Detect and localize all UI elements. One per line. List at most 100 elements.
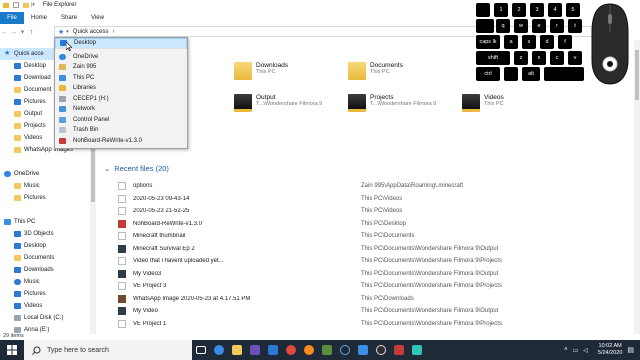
list-item[interactable]: VE Project 1 This PC\Documents\Wondershar… (118, 318, 628, 331)
menu-item-network[interactable]: Network (55, 104, 187, 115)
sidebar-item-onedrive[interactable]: OneDrive (0, 168, 98, 180)
menu-item-label: Desktop (74, 40, 97, 47)
tab-view[interactable]: View (84, 12, 111, 24)
menu-item-drive-h[interactable]: CECEP1 (H:) (55, 94, 187, 105)
recent-locations-icon[interactable]: ▾ (18, 28, 27, 36)
task-view-button[interactable] (192, 340, 210, 360)
sidebar-item-onedrive-pictures[interactable]: Pictures (0, 192, 98, 204)
taskbar-app-explorer[interactable] (228, 340, 246, 360)
file-name: 2020-05-23 21-52-25 (133, 208, 190, 215)
folder-tile-output[interactable]: Output T...\Wondershare Filmora 9 (234, 94, 322, 112)
sidebar-item-label: Documents (24, 255, 55, 261)
list-item[interactable]: NohBoard-ReWrite-v1.3.0 This PC\Desktop (118, 218, 628, 231)
menu-item-trash-bin[interactable]: Trash Bin (55, 125, 187, 136)
menu-item-label: OneDrive (73, 53, 99, 60)
forward-icon[interactable]: → (9, 29, 18, 36)
list-item[interactable]: VE Project 3 This PC\Documents\Wondershar… (118, 280, 628, 293)
menu-item-nohboard[interactable]: NohBoard-ReWrite-v1.3.0 (55, 136, 187, 147)
key-d: d (540, 35, 554, 49)
taskbar-app-firefox[interactable] (300, 340, 318, 360)
sidebar-item-pc-downloads[interactable]: Downloads (0, 264, 98, 276)
folder-tile-downloads[interactable]: Downloads This PC (234, 62, 288, 80)
sidebar-item-pc-music[interactable]: Music (0, 276, 98, 288)
filmora-icon (412, 345, 422, 355)
sidebar-item-pc-videos[interactable]: Videos (0, 300, 98, 312)
list-item[interactable]: Video that i havent uploaded yet... This … (118, 255, 628, 268)
qat-menu-icon[interactable]: |▾ (31, 2, 35, 8)
taskbar-app-nohboard[interactable] (390, 340, 408, 360)
sidebar-item-local-disk[interactable]: Local Disk (C:) (0, 312, 98, 324)
key-a: a (504, 35, 518, 49)
key-alt: alt (522, 67, 540, 81)
star-icon: ★ (4, 50, 11, 57)
menu-item-this-pc[interactable]: This PC (55, 73, 187, 84)
videos-icon (14, 303, 21, 309)
taskbar-app-browser[interactable] (210, 340, 228, 360)
tab-share[interactable]: Share (54, 12, 84, 24)
taskbar-app-mail[interactable] (264, 340, 282, 360)
store-icon (250, 345, 260, 355)
menu-item-onedrive[interactable]: OneDrive (55, 52, 187, 63)
chevron-down-icon: ⌄ (104, 164, 111, 173)
list-item[interactable]: Minecraft thumbnail This PC\Documents (118, 230, 628, 243)
list-item[interactable]: WhatsApp Image 2020-05-23 at 4.17.51 PM T… (118, 293, 628, 306)
chevron-right-icon[interactable]: › (112, 29, 114, 35)
sidebar-item-pc-pictures[interactable]: Pictures (0, 288, 98, 300)
tile-name: Output (256, 94, 276, 101)
properties-icon[interactable] (13, 2, 19, 8)
taskbar-app-minecraft[interactable] (318, 340, 336, 360)
taskbar-app-steam[interactable] (336, 340, 354, 360)
taskbar-app-filmora[interactable] (408, 340, 426, 360)
list-item[interactable]: My Video3 This PC\Documents\Wondershare F… (118, 268, 628, 281)
tab-home[interactable]: Home (24, 12, 54, 24)
content-scrollbar[interactable] (634, 40, 640, 334)
notifications-icon[interactable]: ▤ (627, 346, 634, 354)
sidebar-item-3d-objects[interactable]: 3D Objects (0, 228, 98, 240)
key-2: 2 (512, 3, 526, 17)
downloads-folder-icon (234, 62, 252, 80)
network-icon[interactable]: ▭ (573, 347, 579, 354)
taskbar-app-chrome[interactable] (282, 340, 300, 360)
back-icon[interactable]: ← (0, 29, 9, 36)
chevron-up-icon[interactable]: ˄ (564, 347, 568, 353)
sidebar-item-this-pc[interactable]: This PC (0, 216, 98, 228)
list-item[interactable]: 2020-05-23 09-43-14 This PC\Videos (118, 193, 628, 206)
taskbar-app-obs[interactable] (372, 340, 390, 360)
up-icon[interactable]: ↑ (27, 29, 36, 36)
list-item[interactable]: 2020-05-23 21-52-25 This PC\Videos (118, 205, 628, 218)
sidebar-item-pc-documents[interactable]: Documents (0, 252, 98, 264)
file-name: My Video (133, 308, 158, 315)
sidebar-item-onedrive-music[interactable]: Music (0, 180, 98, 192)
menu-item-libraries[interactable]: Libraries (55, 83, 187, 94)
menu-item-desktop[interactable]: Desktop (55, 38, 187, 49)
folder-tile-videos[interactable]: Videos This PC (462, 94, 504, 112)
folder-tile-projects[interactable]: Projects T...\Wondershare Filmora 9 (348, 94, 436, 112)
new-folder-icon[interactable] (23, 2, 29, 8)
tab-file[interactable]: File (0, 12, 24, 24)
recent-files-header[interactable]: ⌄ Recent files (20) (104, 164, 169, 173)
folder-icon (3, 3, 9, 8)
volume-icon[interactable]: ◁ (583, 347, 588, 354)
clock[interactable]: 10:02 AM 5/24/2020 (598, 343, 622, 357)
file-name: WhatsApp Image 2020-05-23 at 4.17.51 PM (133, 295, 251, 302)
start-button[interactable] (0, 340, 24, 360)
menu-item-control-panel[interactable]: Control Panel (55, 115, 187, 126)
project-file-icon (118, 319, 126, 328)
taskbar-search-box[interactable]: Type here to search (24, 340, 192, 360)
chevron-down-icon[interactable]: ▾ (66, 29, 69, 35)
list-item[interactable]: Minecraft Survival Ep 2 This PC\Documents… (118, 243, 628, 256)
project-file-icon (118, 257, 126, 266)
key-ctrl: ctrl (476, 67, 500, 81)
taskbar-app-store[interactable] (246, 340, 264, 360)
recycle-bin-icon (59, 127, 66, 134)
list-item[interactable]: My Video This PC\Documents\Wondershare Fi… (118, 305, 628, 318)
folder-tile-documents[interactable]: Documents This PC (348, 62, 403, 80)
list-item[interactable]: options Zain 995\AppData\Roaming\.minecra… (118, 180, 628, 193)
taskbar-app-photos[interactable] (354, 340, 372, 360)
sidebar-item-pc-desktop[interactable]: Desktop (0, 240, 98, 252)
window-title: File Explorer (42, 2, 77, 8)
menu-item-user[interactable]: Zain 995 (55, 62, 187, 73)
scrollbar-thumb[interactable] (635, 50, 639, 100)
application-icon (118, 219, 126, 228)
